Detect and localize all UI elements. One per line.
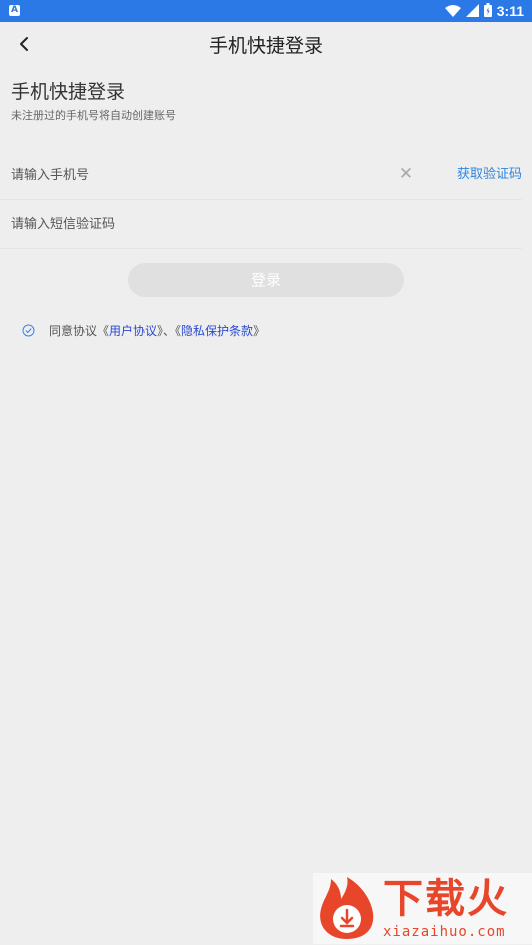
watermark-brand: 下载火 [383,876,509,922]
logo-icon [315,875,379,945]
agreement-row: 同意协议《 用户协议 》、《 隐私保护条款 》 [22,320,265,340]
sms-code-input[interactable] [11,200,371,248]
status-right: 3:11 [444,0,524,22]
battery-icon [483,2,492,21]
status-time: 3:11 [496,3,524,19]
page-title: 手机快捷登录 [208,35,323,57]
title-bar: 手机快捷登录 [0,22,532,70]
code-field-row [0,200,522,249]
back-button[interactable] [8,30,40,62]
clear-icon: ✕ [398,164,414,184]
agreement-separator: 》、《 [157,323,182,338]
login-button[interactable]: 登录 [128,263,404,297]
phone-field-row: ✕ 获取验证码 [0,151,522,200]
user-agreement-link[interactable]: 用户协议 [109,322,157,339]
phone-input[interactable] [11,151,371,199]
get-code-button[interactable]: 获取验证码 [457,151,522,199]
agree-checkbox[interactable] [22,324,35,337]
back-arrow-icon [18,36,30,56]
clear-phone-button[interactable]: ✕ [397,165,415,183]
login-heading: 手机快捷登录 [11,81,126,103]
agreement-prefix: 同意协议《 [49,323,110,338]
check-circle-icon [22,324,35,336]
app-icon: A [9,5,20,16]
agreement-suffix: 》 [253,323,266,338]
wifi-icon [444,2,461,21]
watermark: 下载火 xiazaihuo.com [313,873,532,944]
signal-icon [465,2,479,21]
privacy-policy-link[interactable]: 隐私保护条款 [181,322,253,339]
status-bar: A 3:11 [0,0,532,22]
watermark-domain: xiazaihuo.com [383,924,506,940]
login-subheading: 未注册过的手机号将自动创建账号 [11,109,176,122]
